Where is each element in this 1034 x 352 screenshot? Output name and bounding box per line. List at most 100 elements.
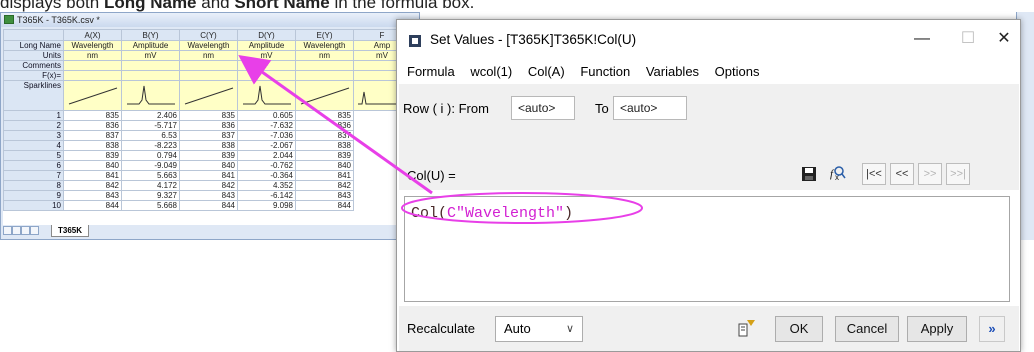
formula-editor[interactable]: Col(C"Wavelength") — [404, 196, 1010, 302]
fx-cell[interactable] — [179, 70, 238, 81]
previous-column-button[interactable]: << — [890, 163, 914, 185]
save-icon[interactable] — [797, 163, 821, 185]
data-cell[interactable]: -9.049 — [121, 160, 180, 171]
data-cell[interactable]: 843 — [63, 190, 122, 201]
data-cell[interactable]: 9.098 — [237, 200, 296, 211]
column-header[interactable]: A(X) — [63, 29, 122, 41]
sheet-tab[interactable]: T365K — [51, 225, 90, 237]
data-cell[interactable]: 839 — [179, 150, 238, 161]
data-cell[interactable]: 840 — [63, 160, 122, 171]
data-cell[interactable]: -7.632 — [237, 120, 296, 131]
data-cell[interactable]: 843 — [179, 190, 238, 201]
data-cell[interactable]: 9.327 — [121, 190, 180, 201]
data-cell[interactable]: 844 — [63, 200, 122, 211]
long-name-cell[interactable]: Wavelength — [63, 40, 122, 51]
cancel-button[interactable]: Cancel — [835, 316, 899, 342]
row-number[interactable]: 7 — [3, 170, 64, 181]
data-cell[interactable]: 844 — [179, 200, 238, 211]
comments-cell[interactable] — [237, 60, 296, 71]
worksheet-window[interactable]: T365K - T365K.csv * A(X) B(Y) C(Y) D(Y) … — [0, 12, 420, 240]
data-cell[interactable]: 835 — [295, 110, 354, 121]
data-cell[interactable]: 6.53 — [121, 130, 180, 141]
prev-sheet-button[interactable] — [12, 226, 21, 235]
row-from-input[interactable]: <auto> — [511, 96, 575, 120]
menu-formula[interactable]: Formula — [407, 64, 455, 79]
row-number[interactable]: 5 — [3, 150, 64, 161]
menu-function[interactable]: Function — [580, 64, 630, 79]
fx-cell[interactable] — [63, 70, 122, 81]
apply-button[interactable]: Apply — [907, 316, 967, 342]
data-cell[interactable]: 5.663 — [121, 170, 180, 181]
row-number[interactable]: 4 — [3, 140, 64, 151]
data-cell[interactable]: 842 — [63, 180, 122, 191]
data-cell[interactable]: 2.406 — [121, 110, 180, 121]
sparkline-cell[interactable] — [295, 80, 354, 111]
row-number[interactable]: 9 — [3, 190, 64, 201]
units-cell[interactable]: mV — [237, 50, 296, 61]
data-cell[interactable]: -0.762 — [237, 160, 296, 171]
function-builder-icon[interactable]: fx — [825, 163, 849, 185]
long-name-cell[interactable]: Wavelength — [295, 40, 354, 51]
row-number[interactable]: 2 — [3, 120, 64, 131]
data-cell[interactable]: -6.142 — [237, 190, 296, 201]
data-cell[interactable]: 837 — [63, 130, 122, 141]
data-cell[interactable]: 841 — [63, 170, 122, 181]
sparkline-cell[interactable] — [121, 80, 180, 111]
data-cell[interactable]: 841 — [179, 170, 238, 181]
worksheet-title-bar[interactable]: T365K - T365K.csv * — [1, 13, 419, 27]
row-number[interactable]: 6 — [3, 160, 64, 171]
long-name-cell[interactable]: Amplitude — [121, 40, 180, 51]
first-sheet-button[interactable] — [3, 226, 12, 235]
data-cell[interactable]: 842 — [295, 180, 354, 191]
data-cell[interactable]: 836 — [295, 120, 354, 131]
maximize-button[interactable]: ☐ — [953, 28, 983, 50]
data-cell[interactable]: 837 — [295, 130, 354, 141]
ok-button[interactable]: OK — [775, 316, 823, 342]
data-cell[interactable]: 0.605 — [237, 110, 296, 121]
menu-options[interactable]: Options — [715, 64, 760, 79]
comments-cell[interactable] — [63, 60, 122, 71]
column-header[interactable]: E(Y) — [295, 29, 354, 41]
units-cell[interactable]: mV — [121, 50, 180, 61]
sparkline-cell[interactable] — [63, 80, 122, 111]
data-cell[interactable]: -7.036 — [237, 130, 296, 141]
worksheet-table[interactable]: A(X) B(Y) C(Y) D(Y) E(Y) F Long Name Wav… — [3, 29, 411, 211]
data-cell[interactable]: 841 — [295, 170, 354, 181]
menu-wcol[interactable]: wcol(1) — [470, 64, 512, 79]
data-cell[interactable]: -0.364 — [237, 170, 296, 181]
column-header[interactable]: B(Y) — [121, 29, 180, 41]
fx-cell[interactable] — [121, 70, 180, 81]
data-cell[interactable]: 836 — [179, 120, 238, 131]
data-cell[interactable]: 5.668 — [121, 200, 180, 211]
data-cell[interactable]: 838 — [179, 140, 238, 151]
row-number[interactable]: 8 — [3, 180, 64, 191]
fx-cell[interactable] — [237, 70, 296, 81]
data-cell[interactable]: 4.352 — [237, 180, 296, 191]
data-cell[interactable]: -2.067 — [237, 140, 296, 151]
data-cell[interactable]: 843 — [295, 190, 354, 201]
expand-chevron-icon[interactable]: » — [979, 316, 1005, 342]
menu-col[interactable]: Col(A) — [528, 64, 565, 79]
minimize-button[interactable]: — — [907, 28, 937, 50]
comments-cell[interactable] — [179, 60, 238, 71]
units-cell[interactable]: nm — [63, 50, 122, 61]
first-column-button[interactable]: |<< — [862, 163, 886, 185]
data-cell[interactable]: 844 — [295, 200, 354, 211]
data-cell[interactable]: 0.794 — [121, 150, 180, 161]
row-number[interactable]: 3 — [3, 130, 64, 141]
next-sheet-button[interactable] — [21, 226, 30, 235]
data-cell[interactable]: 838 — [295, 140, 354, 151]
comments-cell[interactable] — [121, 60, 180, 71]
recalculate-select[interactable]: Auto ∨ — [495, 316, 583, 342]
units-cell[interactable]: nm — [295, 50, 354, 61]
data-cell[interactable]: -5.717 — [121, 120, 180, 131]
set-values-dialog[interactable]: Set Values - [T365K]T365K!Col(U) — ☐ ✕ F… — [396, 19, 1021, 352]
data-cell[interactable]: 2.044 — [237, 150, 296, 161]
data-cell[interactable]: 837 — [179, 130, 238, 141]
units-cell[interactable]: nm — [179, 50, 238, 61]
data-cell[interactable]: 836 — [63, 120, 122, 131]
data-cell[interactable]: 839 — [295, 150, 354, 161]
data-cell[interactable]: -8.223 — [121, 140, 180, 151]
comments-cell[interactable] — [295, 60, 354, 71]
column-header[interactable]: C(Y) — [179, 29, 238, 41]
